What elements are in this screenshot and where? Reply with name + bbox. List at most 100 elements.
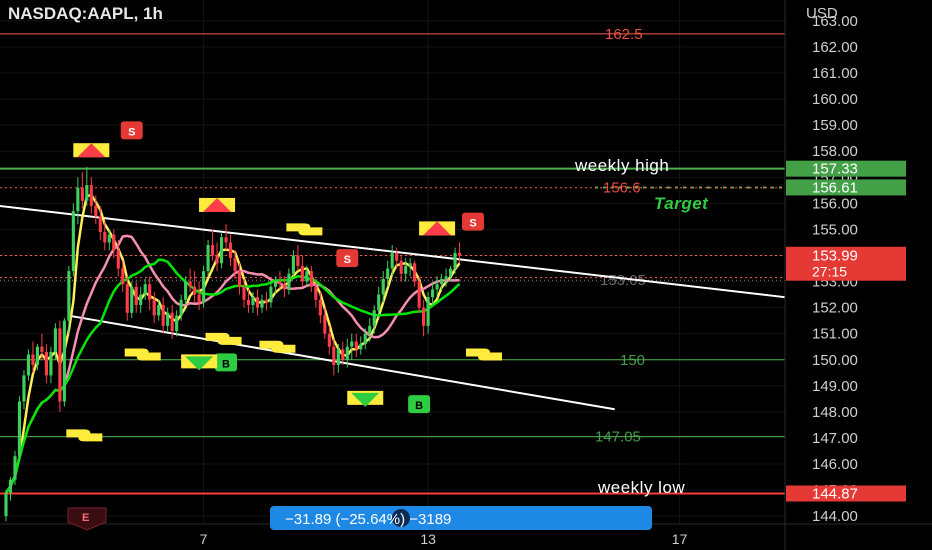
- x-tick-label: 17: [672, 531, 688, 547]
- level-label: 147.05: [595, 429, 641, 446]
- candle-body: [399, 260, 403, 274]
- candle-body: [139, 294, 143, 306]
- candle-body: [26, 354, 31, 376]
- candle-body: [431, 289, 435, 298]
- candle-body: [368, 325, 372, 334]
- y-tick-label: 162.00: [812, 39, 858, 56]
- earnings-event[interactable]: E: [67, 507, 107, 531]
- candle[interactable]: [130, 281, 134, 319]
- up-marker: [419, 221, 456, 236]
- candle-body: [372, 310, 376, 326]
- x-ticks: 7 13 17: [200, 531, 688, 547]
- candle-body: [202, 271, 206, 303]
- y-tick-label: 150.00: [812, 352, 858, 369]
- candle-body: [291, 255, 295, 274]
- candle-body: [278, 281, 282, 285]
- candle-body: [8, 479, 13, 493]
- up-marker: [199, 197, 236, 212]
- candle-body: [35, 346, 40, 365]
- candle-body: [206, 245, 210, 272]
- y-tick-label: 155.00: [812, 221, 858, 238]
- candle-body: [103, 232, 107, 243]
- candle[interactable]: [17, 396, 22, 462]
- candle-body: [255, 297, 260, 308]
- candle-body: [193, 286, 197, 295]
- candle-body: [318, 299, 322, 316]
- candle-body: [260, 299, 264, 308]
- candle-body: [157, 305, 161, 316]
- candle-body: [224, 237, 228, 243]
- level-badge-label: 156.61: [812, 179, 858, 196]
- candle-body: [31, 354, 35, 365]
- current-price-label: 153.99: [812, 248, 858, 265]
- y-tick-label: 146.00: [812, 456, 858, 473]
- candle-body: [246, 299, 251, 306]
- candle-body: [4, 492, 8, 517]
- candle-body: [413, 263, 417, 282]
- chart-title: NASDAQ:AAPL, 1h: [8, 4, 163, 23]
- candle[interactable]: [58, 320, 62, 412]
- y-tick-label: 149.00: [812, 378, 858, 395]
- y-tick-label: 161.00: [812, 65, 858, 82]
- candle-body: [130, 286, 134, 313]
- candle[interactable]: [71, 203, 75, 277]
- candle-body: [219, 237, 224, 264]
- down-marker: [347, 390, 384, 407]
- candle-body: [323, 315, 327, 334]
- stats-pill[interactable]: −31.89 (−25.64%) −3189: [270, 506, 652, 530]
- candle-body: [341, 349, 345, 360]
- candle[interactable]: [62, 318, 66, 407]
- candle[interactable]: [206, 239, 210, 277]
- candle-body: [386, 268, 390, 279]
- candle-body: [345, 346, 349, 360]
- candle-body: [210, 245, 215, 256]
- countdown-label: 27:15: [812, 264, 847, 280]
- candle-body: [448, 268, 453, 277]
- candle[interactable]: [417, 276, 421, 313]
- candle-body: [112, 234, 116, 251]
- y-tick-label: 144.00: [812, 508, 858, 525]
- down-marker: [181, 354, 218, 371]
- level-label: 156.6: [603, 180, 641, 197]
- y-tick-label: 160.00: [812, 91, 858, 108]
- candle-body: [134, 286, 138, 306]
- candle-body: [417, 281, 421, 308]
- candle-body: [85, 185, 89, 201]
- weekly-low-label: weekly low: [597, 478, 685, 497]
- candle-body: [13, 456, 17, 480]
- candle[interactable]: [202, 265, 206, 308]
- price-chart[interactable]: 162.5156.6153.05150147.05 SSSBB NASDAQ:A…: [0, 0, 932, 550]
- candle-body: [166, 312, 170, 326]
- candle-body: [435, 284, 439, 290]
- candle-body: [359, 344, 363, 350]
- candle-body: [336, 349, 340, 365]
- candle-body: [444, 276, 448, 279]
- candle-body: [269, 286, 273, 303]
- candle-body: [94, 205, 98, 217]
- candle-body: [107, 234, 111, 243]
- candle[interactable]: [219, 232, 224, 269]
- x-tick-label: 13: [420, 531, 436, 547]
- candle-body: [350, 341, 354, 347]
- candle-body: [305, 271, 309, 282]
- candle-body: [40, 346, 44, 352]
- candle-body: [62, 320, 66, 402]
- candle-body: [264, 299, 269, 303]
- candle-body: [58, 328, 62, 402]
- candle-body: [282, 284, 286, 290]
- candle-body: [71, 211, 75, 272]
- y-tick-label: 148.00: [812, 404, 858, 421]
- candle-body: [175, 315, 179, 332]
- x-tick-label: 7: [200, 531, 208, 547]
- candle-body: [273, 281, 278, 287]
- candle-body: [197, 294, 201, 303]
- candle-body: [296, 255, 300, 266]
- weekly-high-label: weekly high: [574, 156, 669, 175]
- buy-signal: B: [215, 353, 238, 372]
- candle-body: [381, 278, 385, 295]
- sell-signal: S: [336, 249, 359, 268]
- candle-body: [188, 281, 192, 287]
- y-tick-label: 156.00: [812, 195, 858, 212]
- candle-body: [98, 216, 102, 233]
- candle-body: [390, 252, 394, 269]
